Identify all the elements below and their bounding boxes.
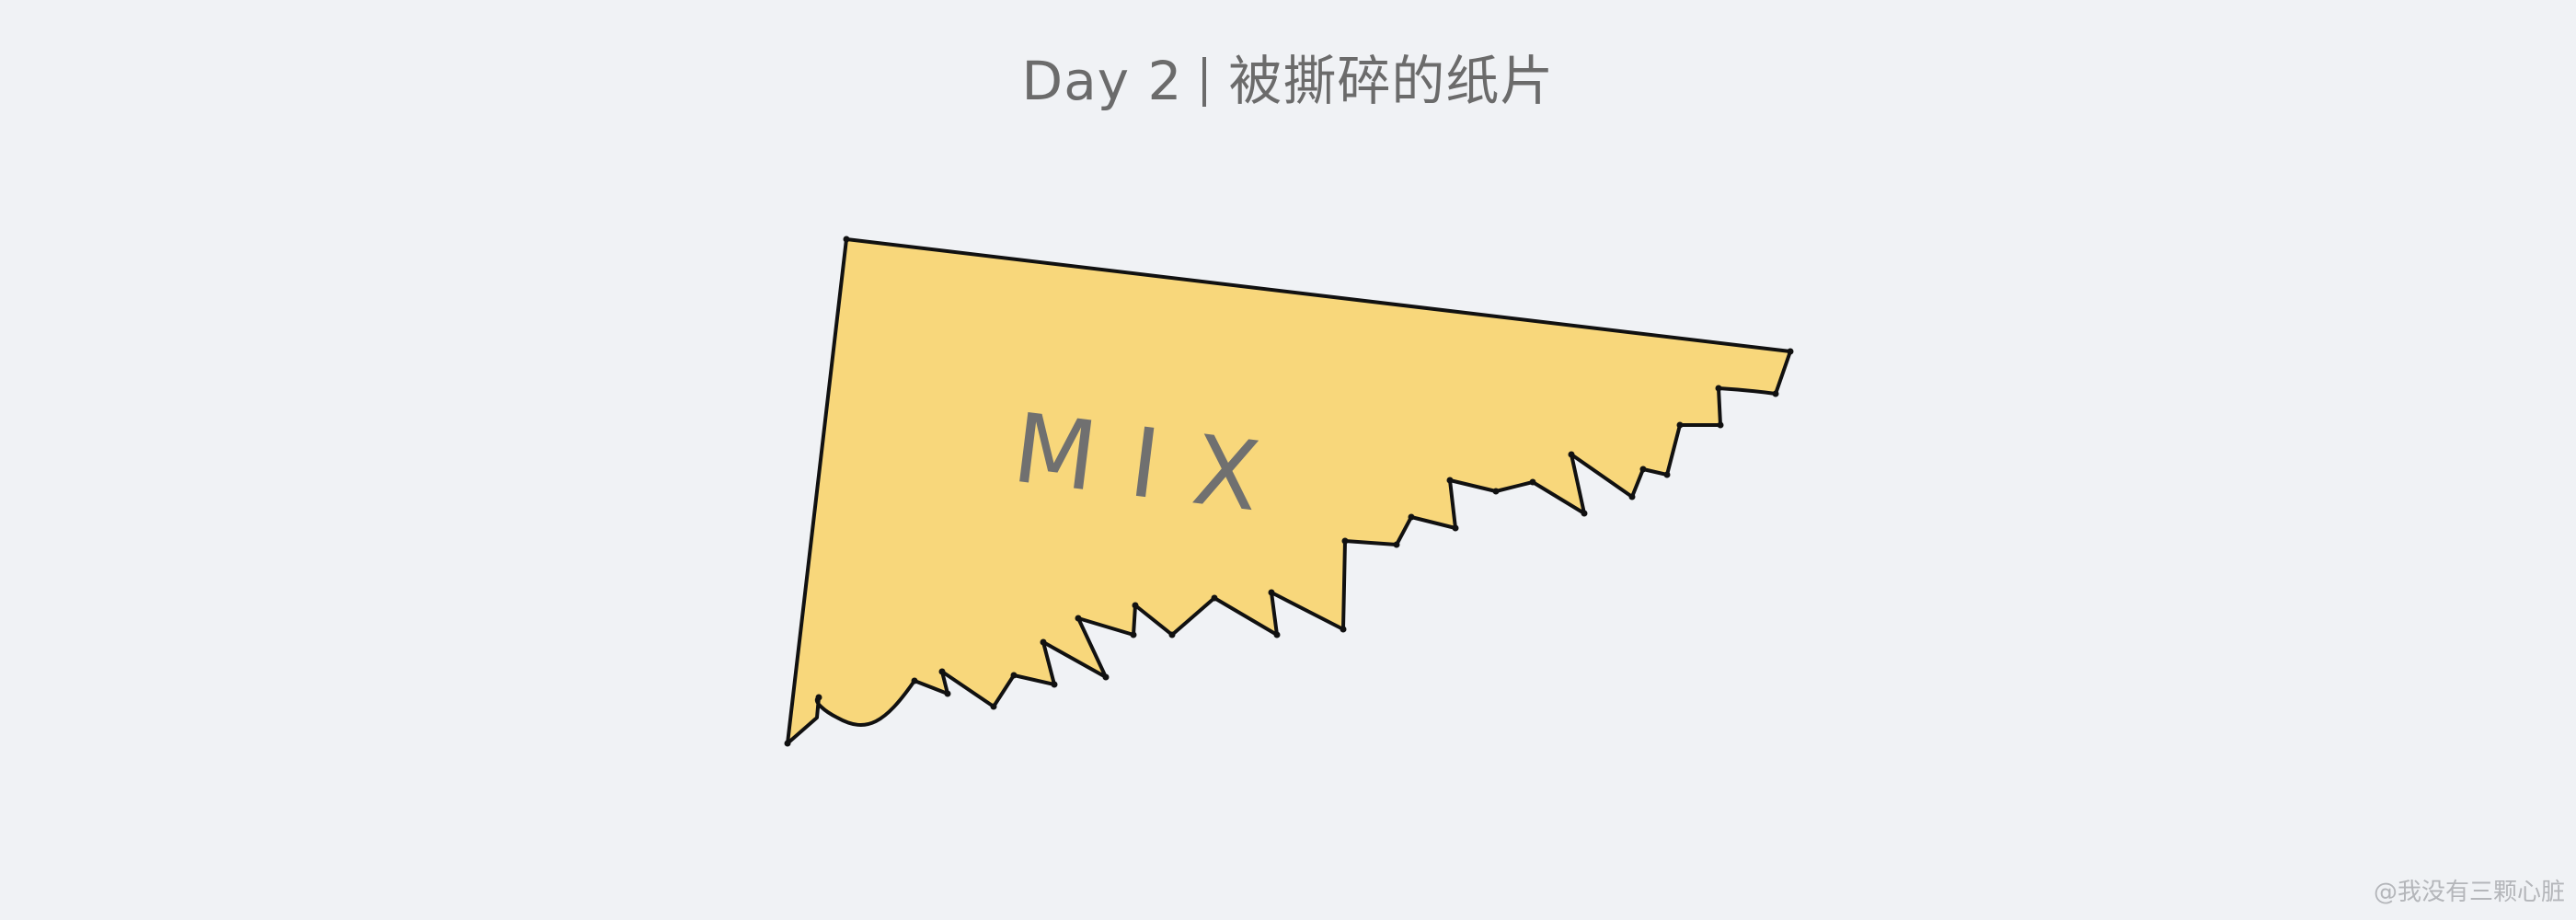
watermark: @我没有三颗心脏 [2373,879,2565,906]
torn-paper: MIX [784,236,1794,747]
scene-canvas: MIX [784,236,1794,747]
